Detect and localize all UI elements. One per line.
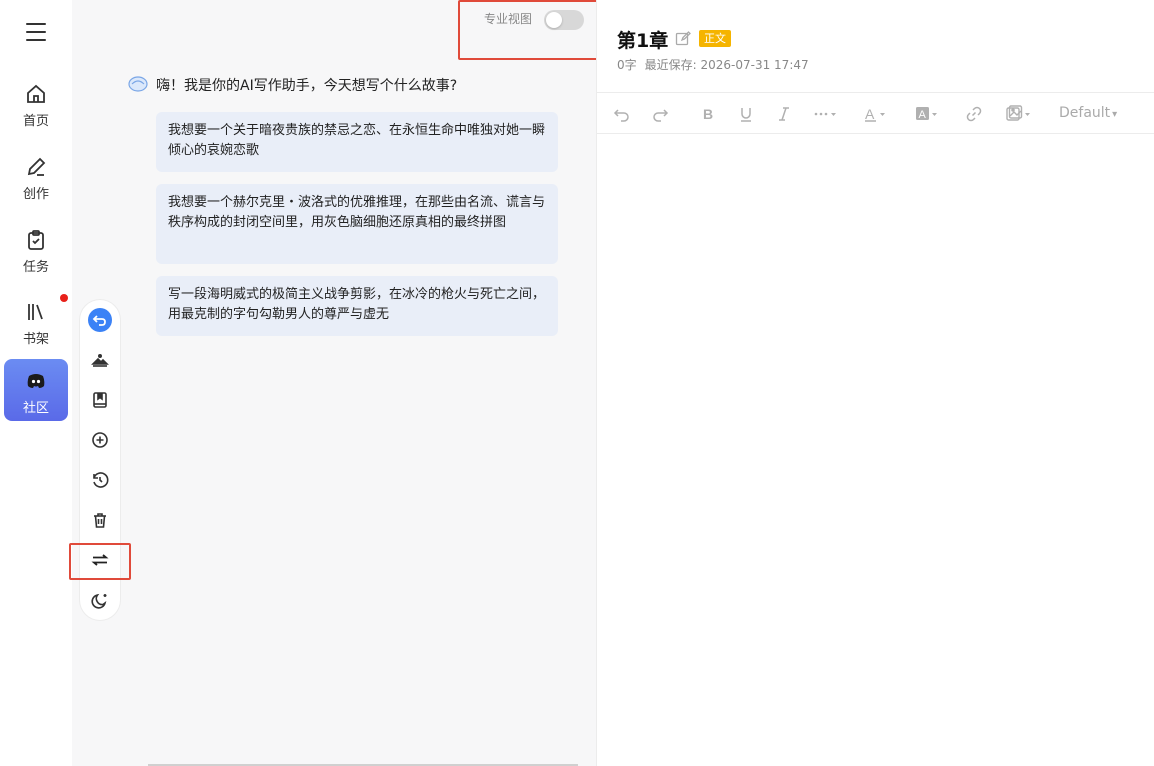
italic-icon — [779, 107, 789, 121]
underline-button[interactable] — [737, 105, 755, 123]
prompt-suggestion-3[interactable]: 写一段海明威式的极简主义战争剪影，在冰冷的枪火与死亡之间，用最克制的字句勾勒男人… — [156, 276, 558, 336]
bookmark-icon — [93, 392, 107, 408]
more-dropdown-icon — [814, 112, 836, 116]
home-icon — [27, 84, 45, 103]
prompt-suggestion-2[interactable]: 我想要一个赫尔克里・波洛式的优雅推理，在那些由名流、谎言与秩序构成的封闭空间里，… — [156, 184, 558, 264]
discord-icon — [27, 374, 45, 388]
chapter-type-badge: 正文 — [699, 30, 731, 47]
menu-icon[interactable] — [22, 20, 50, 44]
link-button[interactable] — [965, 105, 983, 123]
link-icon — [966, 106, 982, 122]
font-color-dropdown[interactable]: A — [863, 105, 889, 123]
nav-label-tasks: 任务 — [22, 260, 49, 275]
editor-toolbar: B A A Default ▾ — [597, 92, 1154, 134]
bold-icon: B — [703, 106, 713, 122]
history-button[interactable] — [88, 468, 112, 492]
undo-icon — [613, 109, 629, 122]
highlight-color-dropdown[interactable]: A — [915, 105, 941, 123]
nav-item-bookshelf[interactable]: 书架 — [4, 290, 68, 352]
nav-item-create[interactable]: 创作 — [4, 145, 68, 207]
nav-label-bookshelf: 书架 — [22, 332, 49, 347]
nav-label-community: 社区 — [22, 401, 49, 416]
last-saved: 最近保存: 2026-07-31 17:47 — [644, 58, 809, 72]
redo-icon — [653, 109, 669, 122]
svg-text:B: B — [703, 106, 713, 122]
word-count: 0字 — [617, 58, 637, 72]
night-mode-button[interactable] — [88, 588, 112, 612]
undo-button[interactable] — [613, 105, 631, 123]
trash-icon — [94, 513, 106, 528]
assistant-greeting: 嗨！我是你的AI写作助手，今天想写个什么故事? — [156, 78, 458, 94]
font-family-select[interactable]: Default ▾ — [1059, 105, 1117, 121]
pen-icon — [27, 157, 46, 176]
prompt-suggestion-1[interactable]: 我想要一个关于暗夜贵族的禁忌之恋、在永恒生命中唯独对她一瞬倾心的哀婉恋歌 — [156, 112, 558, 172]
svg-text:A: A — [919, 109, 927, 121]
caret-down-icon: ▾ — [1112, 109, 1118, 120]
italic-button[interactable] — [775, 105, 793, 123]
editor-panel: 第1章 正文 0字 最近保存: 2026-07-31 17:47 B A A D… — [596, 0, 1154, 766]
font-family-value: Default — [1059, 105, 1111, 121]
add-circle-icon — [92, 432, 108, 448]
edit-icon[interactable] — [675, 31, 691, 47]
notification-dot — [60, 294, 68, 302]
landscape-icon — [91, 354, 109, 367]
chapter-meta: 0字 最近保存: 2026-07-31 17:47 — [617, 56, 809, 73]
nav-item-community[interactable]: 社区 — [4, 359, 68, 421]
nav-item-home[interactable]: 首页 — [4, 72, 68, 134]
bookshelf-icon — [28, 304, 43, 320]
moon-icon — [91, 593, 107, 609]
svg-text:A: A — [865, 106, 875, 122]
chapter-title: 第1章 — [617, 30, 669, 52]
highlight-color-icon: A — [916, 107, 937, 121]
clipboard-check-icon — [28, 230, 44, 250]
assistant-avatar-icon — [128, 76, 148, 92]
bold-button[interactable]: B — [699, 105, 717, 123]
add-button[interactable] — [88, 428, 112, 452]
highlight-box-swap — [69, 543, 131, 580]
image-dropdown[interactable] — [1005, 105, 1033, 123]
delete-button[interactable] — [88, 508, 112, 532]
nav-item-tasks[interactable]: 任务 — [4, 218, 68, 280]
back-button[interactable] — [88, 308, 112, 332]
bookmark-button[interactable] — [88, 388, 112, 412]
underline-icon — [741, 108, 751, 122]
image-icon — [1006, 105, 1030, 121]
history-icon — [93, 472, 109, 488]
chat-panel: 专业视图 嗨！我是你的AI写作助手，今天想写个什么故事? 我想要一个关于暗夜贵族… — [69, 0, 634, 766]
left-nav: 首页 创作 任务 书架 社区 — [0, 0, 72, 766]
nav-label-home: 首页 — [22, 114, 49, 129]
scene-button[interactable] — [88, 348, 112, 372]
nav-label-create: 创作 — [22, 187, 49, 202]
redo-button[interactable] — [651, 105, 669, 123]
back-icon — [88, 308, 112, 332]
font-color-icon: A — [865, 106, 885, 122]
more-format-dropdown[interactable] — [813, 105, 839, 123]
